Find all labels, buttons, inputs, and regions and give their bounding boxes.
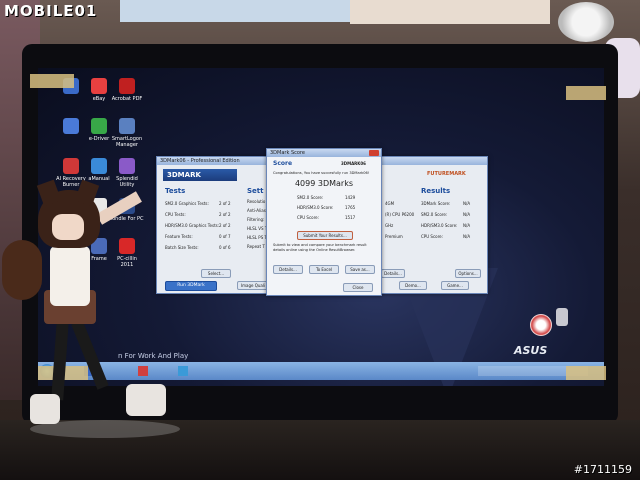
figurine-boot xyxy=(126,384,166,416)
system-row: GHz xyxy=(385,223,394,228)
desktop-icon-label: Splendid Utility xyxy=(116,176,138,188)
test-value: 0 of 6 xyxy=(219,245,231,250)
options-button[interactable]: Options... xyxy=(455,269,481,278)
result-name: HDR/SM3.0 Score: xyxy=(421,223,458,228)
app-icon xyxy=(91,78,107,94)
settings-header: Sett xyxy=(247,187,264,195)
asus-logo: ASUS xyxy=(514,344,548,357)
desktop-icon[interactable]: Acrobat PDF xyxy=(110,78,144,102)
3dmark-logo: 3DMARK xyxy=(163,169,237,181)
setting-row: HLSL VS T xyxy=(247,226,268,231)
figurine-face xyxy=(52,214,84,240)
app-icon xyxy=(119,238,135,254)
tape-strip xyxy=(30,74,74,88)
test-name: CPU Tests: xyxy=(165,212,186,217)
tape-strip xyxy=(566,86,606,100)
submit-results-button[interactable]: Submit Your Results... xyxy=(297,231,353,240)
score-row-value: 1429 xyxy=(345,195,356,200)
result-value: N/A xyxy=(463,212,471,217)
close-button[interactable]: Close xyxy=(343,283,373,292)
gadget-icon-2 xyxy=(556,308,568,326)
desktop-icon-label: Acrobat PDF xyxy=(111,96,143,102)
image-quality-button[interactable]: Image Quali xyxy=(237,281,269,290)
taskbar-app-2[interactable] xyxy=(138,366,148,376)
setting-row: Resolutio xyxy=(247,199,266,204)
game-button[interactable]: Game... xyxy=(441,281,469,290)
setting-row: Anti-Alias xyxy=(247,208,266,213)
to-excel-button[interactable]: To Excel xyxy=(309,265,339,274)
congrats-text: Congratulations, You have succesfully ru… xyxy=(273,171,370,175)
test-value: 0 of 7 xyxy=(219,234,231,239)
result-name: CPU Score: xyxy=(421,234,443,239)
app-icon xyxy=(91,118,107,134)
gadget-icon xyxy=(530,314,552,336)
score-row-name: HDR/SM3.0 Score: xyxy=(297,205,334,210)
run-3dmark-button[interactable]: Run 3DMark xyxy=(165,281,217,291)
figurine-boot xyxy=(30,394,60,424)
3dmark06-logo: 3DMARK06 xyxy=(341,161,366,166)
desktop-icon[interactable]: Splendid Utility xyxy=(110,158,144,188)
tests-header: Tests xyxy=(165,187,186,195)
app-icon xyxy=(119,118,135,134)
system-row: 4GM xyxy=(385,201,395,206)
system-row: Premium xyxy=(385,234,403,239)
details-button-left[interactable]: Details... xyxy=(381,269,405,278)
details-button[interactable]: Details... xyxy=(273,265,303,274)
app-icon xyxy=(119,78,135,94)
score-row-value: 1517 xyxy=(345,215,356,220)
score-dialog-titlebar[interactable]: 3DMark Score xyxy=(267,149,381,157)
test-name: Feature Tests: xyxy=(165,234,193,239)
result-value: N/A xyxy=(463,223,471,228)
result-name: SM2.0 Score: xyxy=(421,212,448,217)
results-header: Results xyxy=(421,187,451,195)
figurine-body xyxy=(50,246,90,306)
laptop-screen: eBay Acrobat PDF e-Driver SmartLogon Manage… xyxy=(38,68,604,386)
result-value: N/A xyxy=(463,201,471,206)
desktop-icon[interactable]: PC-cillin 2011 xyxy=(110,238,144,268)
select-button[interactable]: Select... xyxy=(201,269,231,278)
desktop-icon-label: PC-cillin 2011 xyxy=(117,256,137,268)
desktop-icon[interactable]: SmartLogon Manager xyxy=(110,118,144,148)
save-as-button[interactable]: Save as... xyxy=(345,265,375,274)
wallpaper-tagline: n For Work And Play xyxy=(118,352,189,360)
taskbar xyxy=(38,362,604,380)
setting-row: Filtering: xyxy=(247,217,265,222)
result-name: 3DMark Score: xyxy=(421,201,451,206)
test-value: 2 of 2 xyxy=(219,223,231,228)
score-header: Score xyxy=(273,160,293,167)
close-icon[interactable] xyxy=(369,150,379,156)
score-row-name: CPU Score: xyxy=(297,215,319,220)
test-name: Batch Size Tests: xyxy=(165,245,199,250)
total-score: 4099 3DMarks xyxy=(294,179,354,188)
result-value: N/A xyxy=(463,234,471,239)
setting-row: HLSL PS T xyxy=(247,235,267,240)
tape-strip xyxy=(566,366,606,380)
watermark-post-id: #1711159 xyxy=(573,463,632,476)
score-row-name: SM2.0 Score: xyxy=(297,195,324,200)
test-name: HDR/SM3.0 Graphics Tests: xyxy=(165,223,220,228)
futuremark-logo: FUTUREMARK xyxy=(427,171,466,177)
setting-row: Repeat T xyxy=(247,244,265,249)
submit-text: Submit to view and compare your benchmar… xyxy=(273,243,367,252)
score-dialog: 3DMark Score Score 3DMARK06 Congratulati… xyxy=(266,148,382,296)
app-icon xyxy=(119,158,135,174)
app-icon xyxy=(63,158,79,174)
wall-poster xyxy=(120,0,350,22)
score-row-value: 1765 xyxy=(345,205,356,210)
test-name: SM2.0 Graphics Tests: xyxy=(165,201,209,206)
desktop-icon-label: SmartLogon Manager xyxy=(111,136,143,148)
test-value: 2 of 2 xyxy=(219,201,231,206)
taskbar-app-3[interactable] xyxy=(178,366,188,376)
system-row: (R) CPU P6200 xyxy=(385,212,415,217)
demo-button[interactable]: Demo... xyxy=(399,281,427,290)
test-value: 2 of 2 xyxy=(219,212,231,217)
watermark-logo: MOBILE01 xyxy=(4,2,98,20)
wall-poster-2 xyxy=(350,0,550,24)
app-icon xyxy=(91,158,107,174)
app-icon xyxy=(63,118,79,134)
wall-clock xyxy=(558,2,614,42)
figurine-tail xyxy=(2,240,42,300)
